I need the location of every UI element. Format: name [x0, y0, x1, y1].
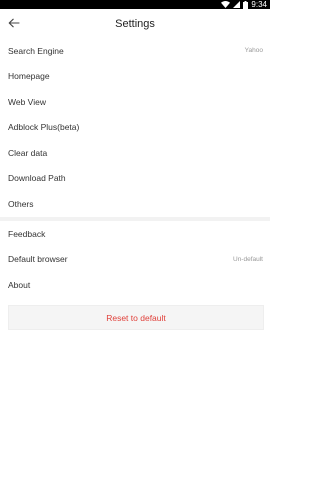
- settings-screen: 9:34 Settings Search Engine Yahoo Homepa…: [0, 0, 270, 480]
- toolbar: Settings: [0, 9, 270, 40]
- row-label: Feedback: [8, 228, 46, 239]
- status-bar: 9:34: [0, 0, 270, 9]
- row-label: Download Path: [8, 173, 66, 184]
- row-value: Un-default: [233, 255, 263, 263]
- settings-row-adblock-plus[interactable]: Adblock Plus(beta): [0, 115, 270, 141]
- row-label: Search Engine: [8, 45, 64, 56]
- row-label: Adblock Plus(beta): [8, 122, 80, 133]
- settings-row-download-path[interactable]: Download Path: [0, 166, 270, 192]
- settings-group-general: Search Engine Yahoo Homepage Web View Ad…: [0, 38, 270, 217]
- row-label: Default browser: [8, 254, 68, 265]
- settings-group-misc: Feedback Default browser Un-default Abou…: [0, 221, 270, 298]
- wifi-icon: [221, 1, 231, 8]
- settings-row-about[interactable]: About: [0, 272, 270, 298]
- row-label: Clear data: [8, 147, 48, 158]
- settings-row-feedback[interactable]: Feedback: [0, 221, 270, 247]
- status-icons: 9:34: [221, 0, 267, 9]
- settings-row-web-view[interactable]: Web View: [0, 89, 270, 115]
- reset-label: Reset to default: [106, 312, 166, 323]
- row-value: Yahoo: [244, 47, 263, 55]
- settings-row-search-engine[interactable]: Search Engine Yahoo: [0, 38, 270, 64]
- arrow-left-icon: [8, 15, 20, 33]
- back-button[interactable]: [3, 13, 25, 35]
- row-label: Others: [8, 198, 34, 209]
- settings-row-others[interactable]: Others: [0, 191, 270, 217]
- signal-icon: [233, 1, 241, 8]
- status-time: 9:34: [251, 0, 267, 9]
- settings-row-homepage[interactable]: Homepage: [0, 64, 270, 90]
- row-label: About: [8, 279, 31, 290]
- page-title: Settings: [115, 18, 155, 30]
- battery-icon: [243, 0, 249, 9]
- row-label: Homepage: [8, 71, 50, 82]
- settings-row-clear-data[interactable]: Clear data: [0, 140, 270, 166]
- settings-row-default-browser[interactable]: Default browser Un-default: [0, 247, 270, 273]
- reset-to-default-button[interactable]: Reset to default: [8, 305, 264, 330]
- row-label: Web View: [8, 96, 46, 107]
